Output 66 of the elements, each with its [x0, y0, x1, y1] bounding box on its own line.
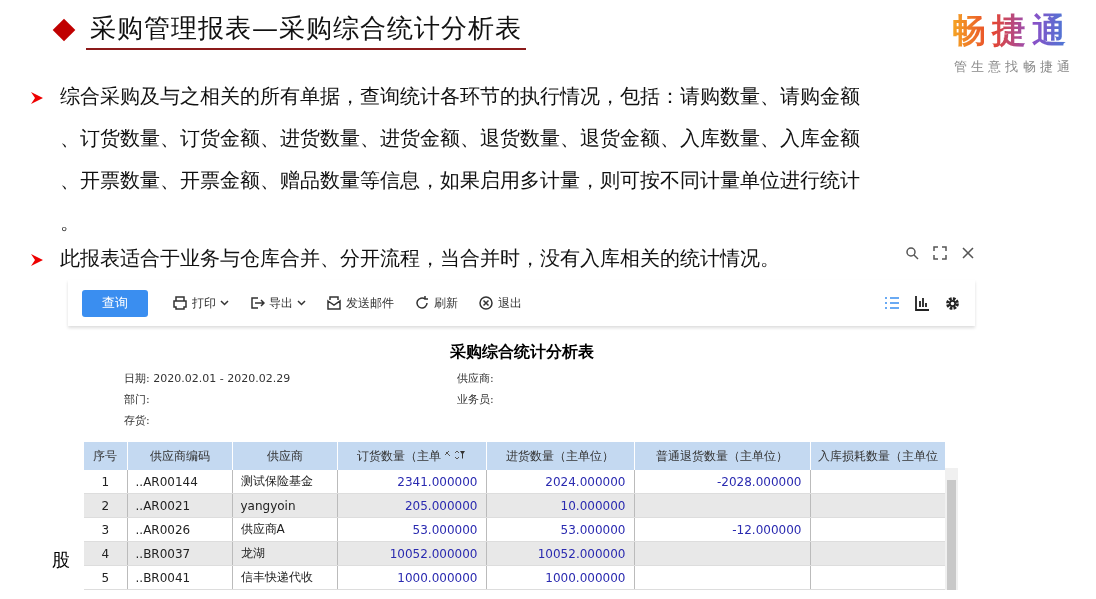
column-header[interactable]: 进货数量（主单位） [486, 442, 634, 470]
arrow-bullet-icon [30, 253, 44, 267]
table-cell: 10052.000000 [486, 541, 634, 566]
table-cell: ..BR0041 [127, 565, 232, 590]
table-cell: 龙湖 [232, 541, 337, 566]
filter-label: 存货: [124, 413, 151, 428]
table-cell: 205.000000 [337, 493, 486, 518]
refresh-icon [414, 295, 430, 311]
scrollbar[interactable] [945, 468, 958, 590]
export-icon [249, 295, 265, 311]
table-cell: 测试保险基金 [232, 470, 337, 494]
table-cell: 53.000000 [486, 517, 634, 542]
logo-slogan: 管 生 意 找 畅 捷 通 [954, 58, 1070, 76]
bar-chart-icon[interactable] [914, 294, 930, 311]
refresh-button[interactable]: 刷新 [414, 294, 458, 312]
maximize-icon[interactable] [933, 246, 947, 260]
table-cell: ..AR00144 [127, 470, 232, 494]
sort-filter-icon[interactable] [444, 449, 467, 460]
table-cell: 53.000000 [337, 517, 486, 542]
envelope-icon [326, 295, 342, 311]
filter-label: 供应商: [457, 371, 495, 386]
caret-icon [220, 300, 229, 306]
close-icon[interactable] [961, 246, 975, 260]
close-circle-icon [478, 295, 494, 311]
mail-button[interactable]: 发送邮件 [326, 294, 394, 312]
column-header[interactable]: 订货数量（主单 [337, 442, 486, 470]
table-cell: yangyoin [232, 493, 337, 518]
table-cell: 4 [84, 541, 127, 566]
table-cell: 供应商A [232, 517, 337, 542]
table-cell: ..AR0026 [127, 517, 232, 542]
export-button[interactable]: 导出 [249, 294, 306, 312]
table-cell: -12.000000 [634, 517, 810, 542]
column-header[interactable]: 供应商 [232, 442, 337, 470]
table-cell: ..AR0021 [127, 493, 232, 518]
arrow-bullet-icon [30, 91, 44, 105]
table-cell: 1 [84, 470, 127, 494]
exit-button[interactable]: 退出 [478, 294, 522, 312]
settings-icon[interactable] [944, 294, 961, 312]
print-icon [172, 295, 188, 311]
filter-field: 日期: 2020.02.01 - 2020.02.29 [124, 371, 457, 386]
column-header[interactable]: 序号 [84, 442, 127, 470]
table-cell: 2341.000000 [337, 470, 486, 494]
bullet-text: 此报表适合于业务与仓库合并、分开流程，当合并时，没有入库相关的统计情况。 [60, 246, 780, 272]
search-icon[interactable] [905, 246, 919, 260]
table-cell: 2024.000000 [486, 470, 634, 494]
table-cell: 10052.000000 [337, 541, 486, 566]
table-cell: -2028.000000 [634, 470, 810, 494]
table-cell: 5 [84, 565, 127, 590]
slide-text-fragment: 股 [52, 548, 70, 572]
table-cell: 1000.000000 [486, 565, 634, 590]
bullet-text: 综合采购及与之相关的所有单据，查询统计各环节的执行情况，包括：请购数量、请购金额 、订货数量、订货金额、进货数量、进货金额、退货数量、退货金额、入库数量、入库金额 、开票数量、开票金额、赠品数量等信息，如果启用多计量，则可按不同计量单位进行统计 。 [60, 84, 860, 236]
report-title: 采购综合统计分析表 [448, 342, 595, 363]
column-header[interactable]: 入库损耗数量（主单位 [810, 442, 945, 470]
table-cell: ..BR0037 [127, 541, 232, 566]
table-cell: 1000.000000 [337, 565, 486, 590]
caret-icon [297, 300, 306, 306]
table-cell: 2 [84, 493, 127, 518]
print-button[interactable]: 打印 [172, 294, 229, 312]
table-cell: 信丰快递代收 [232, 565, 337, 590]
filter-label: 业务员: [457, 392, 495, 407]
column-header[interactable]: 供应商编码 [127, 442, 232, 470]
slide-title: 采购管理报表—采购综合统计分析表 [86, 10, 526, 50]
table-cell: 3 [84, 517, 127, 542]
table-cell: 10.000000 [486, 493, 634, 518]
filter-label: 部门: [124, 392, 151, 407]
column-header[interactable]: 普通退货数量（主单位） [634, 442, 810, 470]
